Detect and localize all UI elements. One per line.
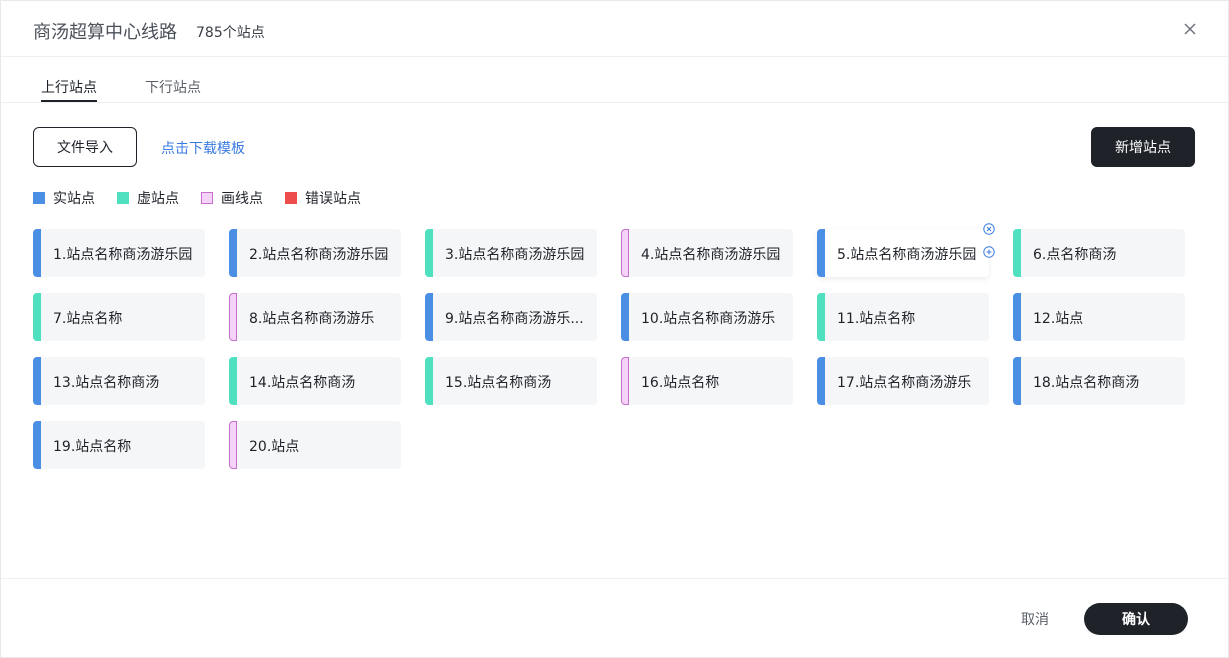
legend-swatch-draw — [201, 192, 213, 204]
legend-label: 画线点 — [221, 191, 263, 207]
station-card[interactable]: 19.站点名称 — [33, 421, 205, 469]
station-type-bar — [425, 229, 433, 277]
station-type-bar — [621, 293, 629, 341]
station-type-bar — [817, 293, 825, 341]
station-type-bar — [621, 229, 629, 277]
station-card[interactable]: 10.站点名称商汤游乐 — [621, 293, 793, 341]
tab-downstream[interactable]: 下行站点 — [145, 77, 201, 97]
station-label: 4.站点名称商汤游乐园 — [641, 247, 781, 263]
station-type-bar — [33, 229, 41, 277]
cancel-button[interactable]: 取消 — [1021, 609, 1049, 629]
legend-swatch-virtual — [117, 192, 129, 204]
station-label: 19.站点名称 — [53, 439, 132, 455]
file-import-button[interactable]: 文件导入 — [33, 127, 137, 167]
insert-station-icon[interactable] — [983, 246, 995, 258]
station-card[interactable]: 15.站点名称商汤 — [425, 357, 597, 405]
close-icon[interactable] — [1181, 20, 1199, 38]
station-card[interactable]: 2.站点名称商汤游乐园 — [229, 229, 401, 277]
dialog-header: 商汤超算中心线路 785个站点 — [1, 1, 1228, 57]
legend-item-error: 错误站点 — [285, 188, 361, 208]
station-card[interactable]: 6.点名称商汤 — [1013, 229, 1185, 277]
station-type-bar — [1013, 357, 1021, 405]
station-label: 18.站点名称商汤 — [1033, 375, 1140, 391]
station-label: 16.站点名称 — [641, 375, 720, 391]
station-type-bar — [33, 293, 41, 341]
station-type-bar — [425, 357, 433, 405]
station-count: 785个站点 — [196, 25, 265, 41]
station-label: 17.站点名称商汤游乐 — [837, 375, 972, 391]
station-label: 6.点名称商汤 — [1033, 247, 1117, 263]
station-label: 14.站点名称商汤 — [249, 375, 356, 391]
tab-upstream[interactable]: 上行站点 — [41, 77, 97, 97]
station-type-bar — [229, 293, 237, 341]
station-type-bar — [425, 293, 433, 341]
legend-item-real: 实站点 — [33, 188, 95, 208]
legend-item-draw: 画线点 — [201, 188, 263, 208]
legend-label: 虚站点 — [137, 191, 179, 207]
tab-bar: 上行站点 下行站点 — [1, 57, 1228, 103]
station-type-bar — [229, 229, 237, 277]
station-card[interactable]: 9.站点名称商汤游乐... — [425, 293, 597, 341]
station-label: 3.站点名称商汤游乐园 — [445, 247, 585, 263]
station-card[interactable]: 14.站点名称商汤 — [229, 357, 401, 405]
station-label: 13.站点名称商汤 — [53, 375, 160, 391]
station-label: 12.站点 — [1033, 311, 1084, 327]
station-label: 15.站点名称商汤 — [445, 375, 552, 391]
legend-swatch-real — [33, 192, 45, 204]
legend-swatch-error — [285, 192, 297, 204]
station-type-bar — [817, 357, 825, 405]
legend-item-virtual: 虚站点 — [117, 188, 179, 208]
station-card[interactable]: 13.站点名称商汤 — [33, 357, 205, 405]
station-type-bar — [229, 357, 237, 405]
station-type-bar — [817, 229, 825, 277]
station-card[interactable]: 16.站点名称 — [621, 357, 793, 405]
station-card[interactable]: 17.站点名称商汤游乐 — [817, 357, 989, 405]
station-card[interactable]: 18.站点名称商汤 — [1013, 357, 1185, 405]
active-tab-indicator — [41, 100, 97, 102]
station-label: 1.站点名称商汤游乐园 — [53, 247, 193, 263]
station-type-bar — [229, 421, 237, 469]
station-card[interactable]: 4.站点名称商汤游乐园 — [621, 229, 793, 277]
station-type-bar — [1013, 229, 1021, 277]
station-card[interactable]: 8.站点名称商汤游乐 — [229, 293, 401, 341]
station-type-bar — [1013, 293, 1021, 341]
legend-label: 错误站点 — [305, 191, 361, 207]
remove-station-icon[interactable] — [983, 223, 995, 235]
confirm-button[interactable]: 确认 — [1084, 603, 1188, 635]
station-type-bar — [33, 421, 41, 469]
station-label: 9.站点名称商汤游乐... — [445, 311, 584, 327]
station-card[interactable]: 7.站点名称 — [33, 293, 205, 341]
station-label: 8.站点名称商汤游乐 — [249, 311, 375, 327]
station-label: 7.站点名称 — [53, 311, 123, 327]
dialog-footer: 取消 确认 — [1, 578, 1228, 658]
dialog-title: 商汤超算中心线路 — [33, 22, 177, 43]
station-card[interactable]: 1.站点名称商汤游乐园 — [33, 229, 205, 277]
legend: 实站点 虚站点 画线点 错误站点 — [33, 188, 383, 208]
station-label: 5.站点名称商汤游乐园 — [837, 247, 977, 263]
station-card[interactable]: 3.站点名称商汤游乐园 — [425, 229, 597, 277]
station-type-bar — [621, 357, 629, 405]
station-card[interactable]: 20.站点 — [229, 421, 401, 469]
download-template-link[interactable]: 点击下载模板 — [161, 138, 245, 158]
station-label: 11.站点名称 — [837, 311, 916, 327]
station-card[interactable]: 11.站点名称 — [817, 293, 989, 341]
station-label: 10.站点名称商汤游乐 — [641, 311, 776, 327]
station-label: 2.站点名称商汤游乐园 — [249, 247, 389, 263]
station-card[interactable]: 5.站点名称商汤游乐园 — [817, 223, 995, 277]
station-dialog: 商汤超算中心线路 785个站点 上行站点 下行站点 文件导入 点击下载模板 新增… — [0, 0, 1229, 658]
add-station-button[interactable]: 新增站点 — [1091, 127, 1195, 167]
station-card[interactable]: 12.站点 — [1013, 293, 1185, 341]
legend-label: 实站点 — [53, 191, 95, 207]
station-label: 20.站点 — [249, 439, 300, 455]
station-type-bar — [33, 357, 41, 405]
